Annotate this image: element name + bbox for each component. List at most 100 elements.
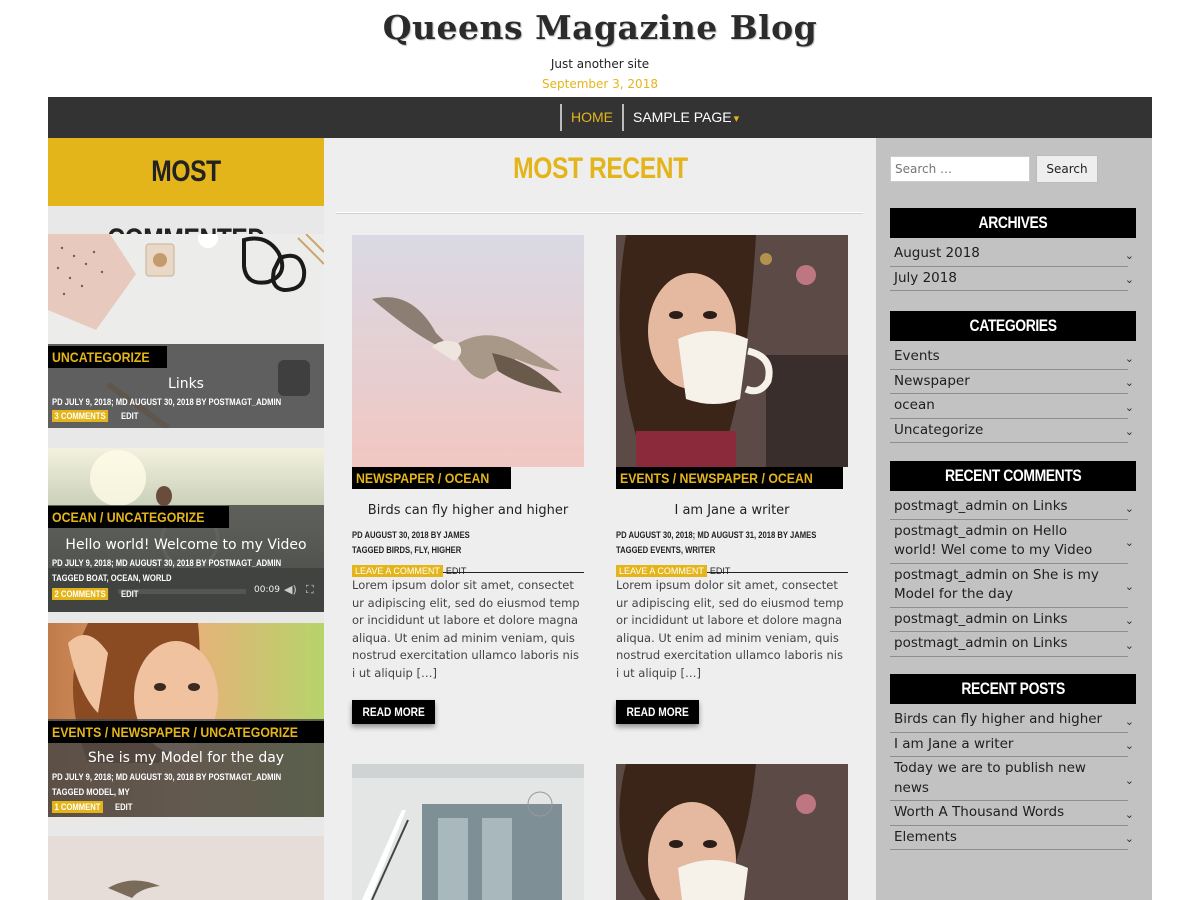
recent-comment-item[interactable]: postmagt_admin on Links ⌄ — [890, 632, 1134, 657]
read-more-button[interactable]: READ MORE — [352, 700, 436, 724]
recent-comment-item[interactable]: postmagt_admin on Links ⌄ — [890, 608, 1134, 632]
post-meta: PD AUGUST 30, 2018 BY JAMES — [352, 530, 470, 540]
chevron-down-icon: ⌄ — [1124, 248, 1134, 262]
post-thumbnail-bird-image[interactable] — [48, 836, 324, 900]
category-tag[interactable]: OCEAN / UNCATEGORIZE — [48, 506, 230, 528]
recent-post-item[interactable]: Birds can fly higher and higher ⌄ — [890, 708, 1134, 733]
recent-post-item[interactable]: Worth A Thousand Words ⌄ — [890, 801, 1134, 826]
main-navigation: HOME SAMPLE PAGE ▾ — [48, 97, 1152, 138]
recent-posts-widget: RECENT POSTS Birds can fly higher and hi… — [890, 674, 1136, 850]
post-meta: PD AUGUST 30, 2018; MD AUGUST 31, 2018 B… — [616, 530, 817, 540]
category-tag[interactable]: EVENTS / NEWSPAPER / OCEAN — [616, 467, 844, 489]
read-more-button[interactable]: READ MORE — [616, 700, 700, 724]
chevron-down-icon: ⌄ — [1124, 351, 1134, 365]
category-tag[interactable]: NEWSPAPER / OCEAN — [352, 467, 512, 489]
post-title[interactable]: Birds can fly higher and higher — [352, 503, 584, 518]
category-item[interactable]: Newspaper ⌄ — [890, 370, 1134, 394]
chevron-down-icon: ⌄ — [1124, 638, 1134, 652]
recent-comment-item[interactable]: postmagt_admin on She is my Model for th… — [890, 564, 1134, 608]
post-tags: TAGGED MODEL, MY — [52, 787, 130, 797]
most-recent-column: MOST RECENT NEWSPAPER / OCEAN Birds can … — [324, 138, 876, 900]
post-meta: PD JULY 9, 2018; MD AUGUST 30, 2018 BY P… — [52, 558, 282, 568]
recent-post-item[interactable]: I am Jane a writer ⌄ — [890, 733, 1134, 757]
chevron-down-icon: ⌄ — [1124, 739, 1134, 753]
chevron-down-icon: ⌄ — [1124, 614, 1134, 628]
section-divider — [336, 212, 863, 214]
post-excerpt: Lorem ipsum dolor sit amet, consectet ur… — [352, 578, 580, 680]
widget-title: ARCHIVES — [890, 208, 1136, 238]
chevron-down-icon: ⌄ — [1124, 376, 1134, 390]
category-tag[interactable]: UNCATEGORIZE — [48, 346, 167, 368]
recent-comment-item[interactable]: postmagt_admin on Links ⌄ — [890, 495, 1134, 520]
leave-comment-badge[interactable]: LEAVE A COMMENT — [616, 565, 707, 577]
edit-link[interactable]: EDIT — [121, 589, 138, 599]
site-title[interactable]: Queens Magazine Blog — [0, 8, 1200, 47]
post-actions: LEAVE A COMMENT EDIT — [352, 559, 584, 577]
comments-badge[interactable]: 1 COMMENT — [52, 801, 103, 813]
most-commented-card[interactable]: OCEAN / UNCATEGORIZE Hello world! Welcom… — [48, 448, 324, 612]
recent-post-item[interactable]: Elements ⌄ — [890, 826, 1134, 850]
most-commented-card[interactable]: EVENTS / NEWSPAPER / UNCATEGORIZE She is… — [48, 623, 324, 817]
archives-widget: ARCHIVES August 2018 ⌄ July 2018 ⌄ — [890, 208, 1136, 291]
chevron-down-icon: ⌄ — [1124, 714, 1134, 728]
post-title[interactable]: Hello world! Welcome to my Video — [48, 537, 324, 553]
nav-item-home[interactable]: HOME — [562, 104, 622, 131]
post-actions: 2 COMMENTS EDIT — [52, 588, 142, 600]
post-thumbnail-interior-image[interactable] — [352, 764, 584, 900]
chevron-down-icon: ⌄ — [1124, 832, 1134, 846]
post-title[interactable]: Links — [48, 376, 324, 392]
search-button[interactable]: Search — [1036, 155, 1098, 183]
chevron-down-icon: ⌄ — [1124, 773, 1134, 787]
category-item[interactable]: Uncategorize ⌄ — [890, 419, 1134, 443]
chevron-down-icon: ⌄ — [1124, 807, 1134, 821]
post-tags: TAGGED EVENTS, WRITER — [616, 545, 716, 555]
post-tags: TAGGED BIRDS, FLY, HIGHER — [352, 545, 462, 555]
post-meta: PD JULY 9, 2018; MD AUGUST 30, 2018 BY P… — [52, 772, 282, 782]
category-tag[interactable]: EVENTS / NEWSPAPER / UNCATEGORIZE — [48, 721, 324, 743]
recent-comments-widget: RECENT COMMENTS postmagt_admin on Links ⌄… — [890, 461, 1136, 657]
dropdown-arrow-icon: ▾ — [733, 113, 740, 125]
most-commented-card[interactable] — [48, 836, 324, 900]
most-commented-column: MOST COMMENTED UNCATEGORIZE Links PD J — [48, 138, 324, 900]
archive-item[interactable]: July 2018 ⌄ — [890, 267, 1134, 291]
chevron-down-icon: ⌄ — [1124, 536, 1134, 549]
search-form: Search — [890, 155, 1098, 183]
nav-item-label: SAMPLE PAGE — [633, 109, 732, 125]
most-commented-card[interactable]: UNCATEGORIZE Links PD JULY 9, 2018; MD A… — [48, 234, 324, 428]
post-title[interactable]: She is my Model for the day — [48, 750, 324, 766]
volume-icon[interactable]: ◀) — [284, 583, 297, 596]
search-input[interactable] — [890, 156, 1030, 182]
site-description: Just another site — [550, 57, 650, 71]
right-sidebar: Search ARCHIVES August 2018⌄ July 2018⌄ … — [876, 138, 1152, 900]
edit-link[interactable]: EDIT — [115, 802, 132, 812]
post-actions: 1 COMMENT EDIT — [52, 801, 136, 813]
categories-widget: CATEGORIES Events ⌄ Newspaper ⌄ ocean ⌄ Unc… — [890, 311, 1136, 443]
chevron-down-icon: ⌄ — [1124, 400, 1134, 414]
nav-item-sample-page[interactable]: SAMPLE PAGE ▾ — [624, 104, 748, 131]
category-item[interactable]: Events ⌄ — [890, 345, 1134, 370]
edit-link[interactable]: EDIT — [121, 411, 138, 421]
chevron-down-icon: ⌄ — [1124, 273, 1134, 287]
comments-badge[interactable]: 2 COMMENTS — [52, 588, 109, 600]
edit-link[interactable]: EDIT — [446, 566, 467, 576]
edit-link[interactable]: EDIT — [710, 566, 731, 576]
recent-comment-item[interactable]: postmagt_admin on Hello world! Wel come … — [890, 520, 1134, 564]
post-actions: 3 COMMENTS EDIT — [52, 410, 142, 422]
post-title[interactable]: I am Jane a writer — [616, 503, 848, 518]
chevron-down-icon: ⌄ — [1124, 501, 1134, 515]
archive-item[interactable]: August 2018 ⌄ — [890, 242, 1134, 267]
category-item[interactable]: ocean ⌄ — [890, 394, 1134, 419]
post-meta: PD JULY 9, 2018; MD AUGUST 30, 2018 BY P… — [52, 397, 282, 407]
video-time: 00:09 — [254, 585, 280, 595]
comments-badge[interactable]: 3 COMMENTS — [52, 410, 109, 422]
recent-post-item[interactable]: Today we are to publish new news ⌄ — [890, 757, 1134, 801]
fullscreen-icon[interactable]: ⛶ — [306, 583, 314, 597]
post-thumbnail-coffee-woman-image[interactable] — [616, 235, 848, 467]
post-thumbnail-seagull-image[interactable] — [352, 235, 584, 467]
post-thumbnail-coffee-woman-image[interactable] — [616, 764, 848, 900]
widget-title: RECENT POSTS — [890, 674, 1136, 704]
widget-title: CATEGORIES — [890, 311, 1136, 341]
most-commented-heading: MOST COMMENTED — [48, 138, 324, 256]
site-date: September 3, 2018 — [542, 77, 658, 91]
leave-comment-badge[interactable]: LEAVE A COMMENT — [352, 565, 443, 577]
